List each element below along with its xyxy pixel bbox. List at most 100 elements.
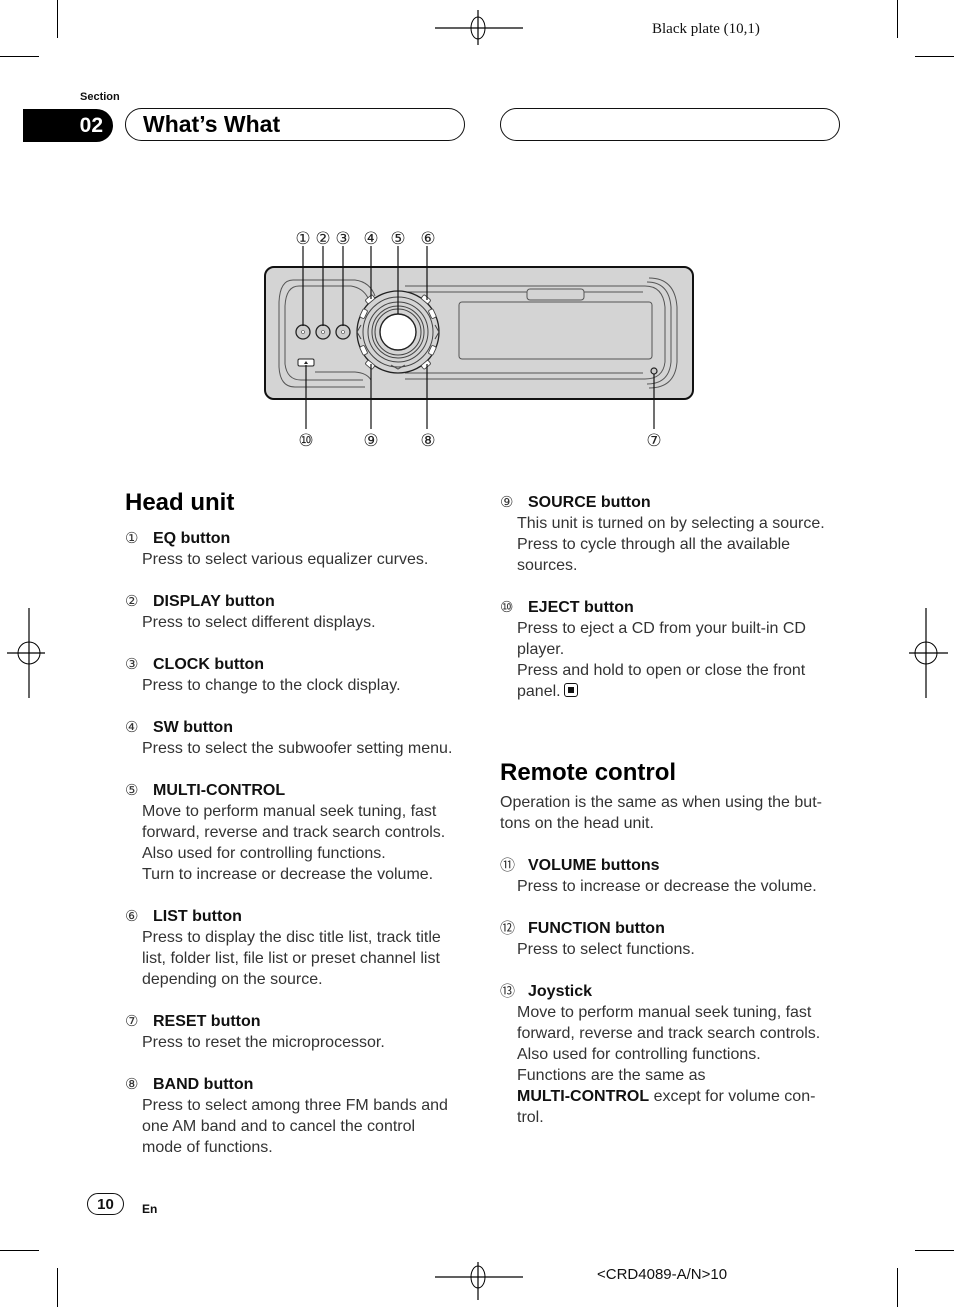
item-description: Press to change to the clock display. <box>125 675 470 696</box>
description-line: trol. <box>517 1109 544 1126</box>
item-title: SW button <box>153 719 233 736</box>
description-line: Also used for controlling functions. <box>142 845 386 862</box>
plate-label: Black plate (10,1) <box>652 21 760 37</box>
description-line: Press to eject a CD from your built-in C… <box>517 620 806 637</box>
description-line: list, folder list, file list or preset c… <box>142 950 440 967</box>
item-description: This unit is turned on by selecting a so… <box>500 513 845 576</box>
list-item: ⑩ EJECT button Press to eject a CD from yo… <box>500 597 845 702</box>
callout-6: ⑥ <box>420 229 435 248</box>
crop-mark <box>897 0 898 38</box>
list-item: ② DISPLAY button Press to select different… <box>125 591 470 633</box>
description-line: Press to display the disc title list, tr… <box>142 929 441 946</box>
description-line: Press to select the subwoofer setting me… <box>142 740 453 757</box>
item-description: Press to select different displays. <box>125 612 470 633</box>
crop-mark <box>57 0 58 38</box>
head-unit-diagram: ① ② ③ ④ ⑤ ⑥ ⑩ ⑨ ⑧ ⑦ <box>264 229 694 450</box>
description-line: sources. <box>517 557 578 574</box>
stop-square-icon <box>563 683 578 697</box>
crop-mark <box>915 56 954 57</box>
list-item: ⑪ VOLUME buttons Press to increase or decr… <box>500 855 845 897</box>
description-line: Move to perform manual seek tuning, fast <box>142 803 437 820</box>
section-number-tab: 02 <box>23 109 113 142</box>
remote-control-list: ⑪ VOLUME buttons Press to increase or decr… <box>500 855 845 1128</box>
item-title: EQ button <box>153 530 231 547</box>
section-label: Section <box>80 91 120 103</box>
description-text: panel. <box>517 683 561 700</box>
description-line: Press to change to the clock display. <box>142 677 401 694</box>
item-number: ⑤ <box>125 782 139 799</box>
callout-8: ⑧ <box>420 431 435 450</box>
description-line: Move to perform manual seek tuning, fast <box>517 1004 812 1021</box>
item-number: ⑥ <box>125 908 139 925</box>
item-title: FUNCTION button <box>528 920 665 937</box>
callout-5: ⑤ <box>390 229 405 248</box>
item-number: ⑬ <box>500 983 516 1000</box>
head-unit-heading: Head unit <box>125 489 235 516</box>
item-number: ③ <box>125 656 139 673</box>
description-line: player. <box>517 641 565 658</box>
language-label: En <box>142 1202 158 1216</box>
section-title-box: What’s What <box>125 108 465 141</box>
item-title: LIST button <box>153 908 242 925</box>
item-number: ① <box>125 530 139 547</box>
eq-button-graphic <box>295 324 311 340</box>
item-header: ⑥ LIST button <box>125 906 470 927</box>
description-line: Functions are the same as <box>517 1067 706 1084</box>
item-title: EJECT button <box>528 599 634 616</box>
section-number: 02 <box>79 113 103 137</box>
description-line: mode of functions. <box>142 1139 273 1156</box>
list-item: ⑬ Joystick Move to perform manual seek tun… <box>500 981 845 1128</box>
callout-9: ⑨ <box>363 431 378 450</box>
description-line: forward, reverse and track search contro… <box>517 1025 821 1042</box>
description-line: Press to increase or decrease the volume… <box>517 878 817 895</box>
head-unit-list: ① EQ button Press to select various equali… <box>125 528 470 1158</box>
description-line: Press to select among three FM bands and <box>142 1097 448 1114</box>
bold-term: MULTI-CONTROL <box>517 1088 650 1105</box>
item-header: ⑧ BAND button <box>125 1074 470 1095</box>
item-description: Press to select various equalizer curves… <box>125 549 470 570</box>
description-line: Press to select different displays. <box>142 614 376 631</box>
description-line: forward, reverse and track search contro… <box>142 824 446 841</box>
list-item: ⑧ BAND button Press to select among three … <box>125 1074 470 1158</box>
callout-2: ② <box>315 229 330 248</box>
item-description: Press to increase or decrease the volume… <box>500 876 845 897</box>
item-description: Press to select the subwoofer setting me… <box>125 738 470 759</box>
item-number: ⑧ <box>125 1076 139 1093</box>
crop-mark <box>0 56 39 57</box>
item-header: ③ CLOCK button <box>125 654 470 675</box>
head-unit-section: Head unit ① EQ button Press to select vari… <box>125 488 470 1158</box>
empty-header-box <box>500 108 840 141</box>
item-number: ⑪ <box>500 857 516 874</box>
item-header: ⑨ SOURCE button <box>500 492 845 513</box>
item-title: BAND button <box>153 1076 254 1093</box>
item-description: Press to select functions. <box>500 939 845 960</box>
display-window <box>458 301 653 360</box>
item-header: ⑪ VOLUME buttons <box>500 855 845 876</box>
item-header: ⑬ Joystick <box>500 981 845 1002</box>
description-line: Press to reset the microprocessor. <box>142 1034 385 1051</box>
description-line: Also used for controlling functions. <box>517 1046 761 1063</box>
item-number: ⑩ <box>500 599 514 616</box>
description-line: This unit is turned on by selecting a so… <box>517 515 825 532</box>
right-column: ⑨ SOURCE button This unit is turned on by … <box>500 492 845 1128</box>
reset-button-graphic <box>650 367 658 375</box>
intro-line: Operation is the same as when using the … <box>500 794 822 811</box>
item-title: MULTI-CONTROL <box>153 782 286 799</box>
item-description: Move to perform manual seek tuning, fast… <box>125 801 470 885</box>
item-description: Press to reset the microprocessor. <box>125 1032 470 1053</box>
callout-3: ③ <box>335 229 350 248</box>
item-title: CLOCK button <box>153 656 265 673</box>
registration-mark-bottom <box>435 1262 523 1300</box>
callout-4: ④ <box>363 229 378 248</box>
intro-line: tons on the head unit. <box>500 815 654 832</box>
item-title: Joystick <box>528 983 593 1000</box>
page-number: 10 <box>87 1193 124 1215</box>
item-number: ② <box>125 593 139 610</box>
list-item: ③ CLOCK button Press to change to the cloc… <box>125 654 470 696</box>
head-unit-list-continued: ⑨ SOURCE button This unit is turned on by … <box>500 492 845 702</box>
list-item: ⑦ RESET button Press to reset the micropro… <box>125 1011 470 1053</box>
description-line: depending on the source. <box>142 971 323 988</box>
item-title: RESET button <box>153 1013 261 1030</box>
crop-mark <box>897 1268 898 1307</box>
item-title: SOURCE button <box>528 494 651 511</box>
